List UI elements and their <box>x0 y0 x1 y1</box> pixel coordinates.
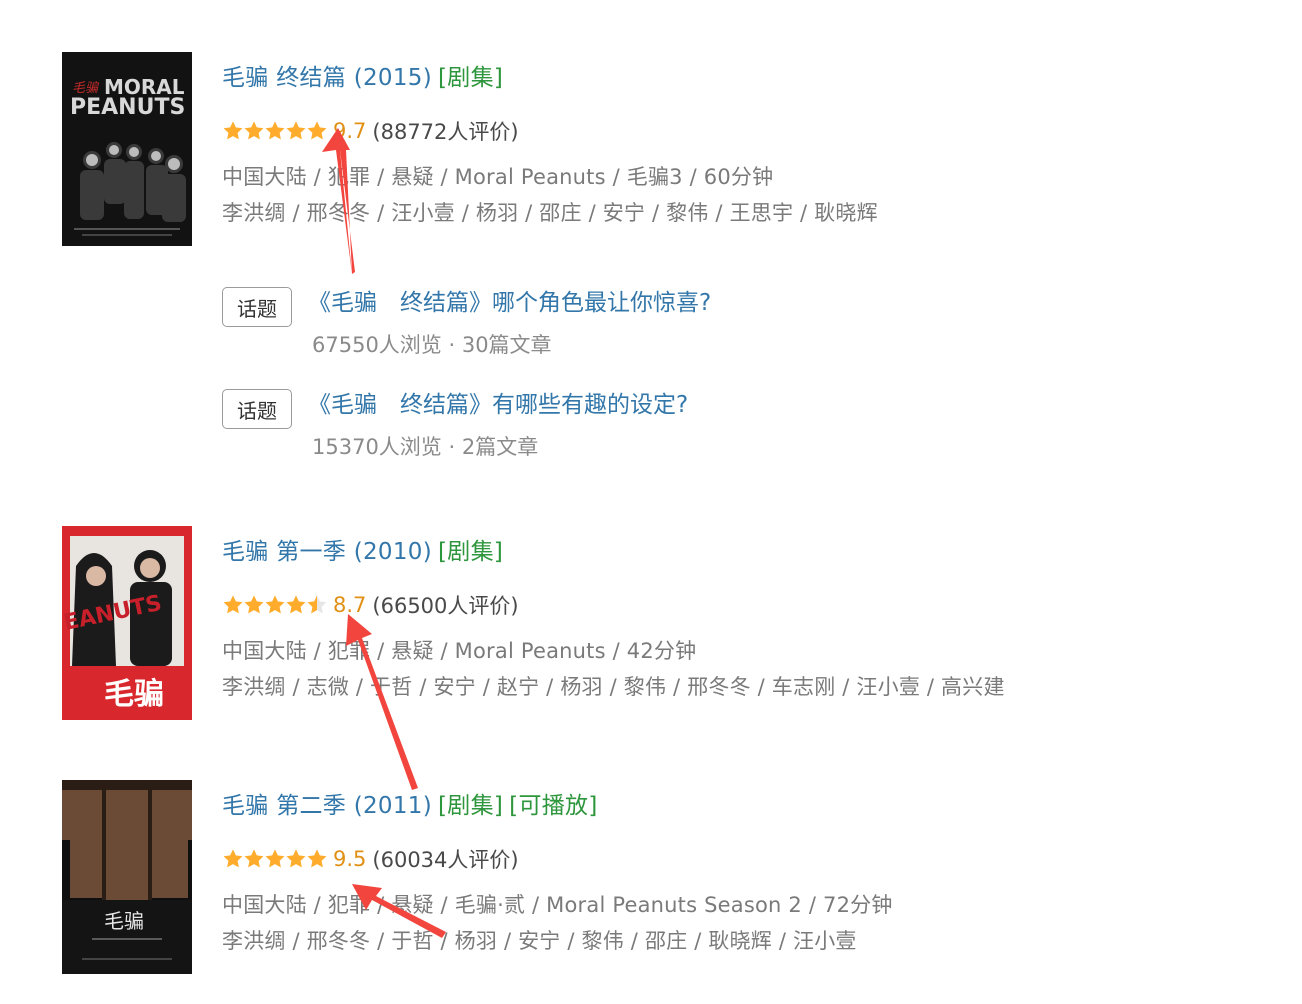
star-icon <box>244 121 264 140</box>
star-icon <box>307 595 327 614</box>
tag-label[interactable]: [剧集] <box>438 539 503 565</box>
meta-info: 中国大陆 / 犯罪 / 悬疑 / Moral Peanuts / 毛骗3 / 6… <box>222 165 774 189</box>
title-link[interactable]: 毛骗 终结篇 (2015) <box>222 65 432 91</box>
star-icon <box>223 121 243 140</box>
cast-list: 李洪绸 / 志微 / 于哲 / 安宁 / 赵宁 / 杨羽 / 黎伟 / 邢冬冬 … <box>222 675 1005 699</box>
topic-stats: 15370人浏览 · 2篇文章 <box>312 435 539 459</box>
star-rating <box>222 848 327 870</box>
title-row: 毛骗 第二季 (2011) [剧集] [可播放] <box>222 786 598 820</box>
star-rating <box>222 594 327 616</box>
star-icon <box>244 595 264 614</box>
tag-label[interactable]: [剧集] <box>438 65 503 91</box>
annotation-arrows <box>322 128 446 938</box>
rating-row: 9.5 (60034人评价) <box>222 844 519 874</box>
star-icon <box>286 595 306 614</box>
svg-text:毛骗: 毛骗 <box>104 909 144 933</box>
rating-score: 8.7 <box>333 593 367 617</box>
title-row: 毛骗 终结篇 (2015) [剧集] <box>222 58 503 92</box>
playable-tag[interactable]: [可播放] <box>509 793 597 819</box>
topic-badge[interactable]: 话题 <box>222 287 292 327</box>
svg-text:毛骗: 毛骗 <box>104 677 164 712</box>
star-icon <box>307 121 327 140</box>
title-row: 毛骗 第一季 (2010) [剧集] <box>222 532 503 566</box>
poster-image[interactable]: 毛骗 MORAL PEANUTS <box>62 52 192 246</box>
meta-info: 中国大陆 / 犯罪 / 悬疑 / Moral Peanuts / 42分钟 <box>222 639 697 663</box>
rating-row: 9.7 (88772人评价) <box>222 116 519 146</box>
topic-badge[interactable]: 话题 <box>222 389 292 429</box>
rating-score: 9.5 <box>333 847 367 871</box>
cast-list: 李洪绸 / 邢冬冬 / 于哲 / 杨羽 / 安宁 / 黎伟 / 邵庄 / 耿晓辉… <box>222 929 857 953</box>
star-icon <box>265 121 285 140</box>
topic-stats: 67550人浏览 · 30篇文章 <box>312 333 552 357</box>
tag-label[interactable]: [剧集] <box>438 793 503 819</box>
star-icon <box>286 849 306 868</box>
star-icon <box>244 849 264 868</box>
title-link[interactable]: 毛骗 第一季 (2010) <box>222 539 432 565</box>
title-link[interactable]: 毛骗 第二季 (2011) <box>222 793 432 819</box>
vote-count[interactable]: (88772人评价) <box>372 116 518 146</box>
topic-link[interactable]: 《毛骗 终结篇》有哪些有趣的设定? <box>308 385 688 419</box>
star-icon <box>223 849 243 868</box>
cast-list: 李洪绸 / 邢冬冬 / 汪小壹 / 杨羽 / 邵庄 / 安宁 / 黎伟 / 王思… <box>222 201 878 225</box>
meta-info: 中国大陆 / 犯罪 / 悬疑 / 毛骗·贰 / Moral Peanuts Se… <box>222 893 893 917</box>
vote-count[interactable]: (60034人评价) <box>372 844 518 874</box>
star-icon <box>265 849 285 868</box>
svg-text:毛骗: 毛骗 <box>72 80 100 95</box>
rating-row: 8.7 (66500人评价) <box>222 590 519 620</box>
star-icon <box>286 121 306 140</box>
topic-link[interactable]: 《毛骗 终结篇》哪个角色最让你惊喜? <box>308 283 711 317</box>
rating-score: 9.7 <box>333 119 367 143</box>
star-icon <box>265 595 285 614</box>
poster-image[interactable]: 毛骗 <box>62 780 192 974</box>
poster-image[interactable]: EANUTS 毛骗 <box>62 526 192 720</box>
star-icon <box>223 595 243 614</box>
svg-text:PEANUTS: PEANUTS <box>70 95 185 120</box>
star-rating <box>222 120 327 142</box>
star-icon <box>307 849 327 868</box>
vote-count[interactable]: (66500人评价) <box>372 590 518 620</box>
